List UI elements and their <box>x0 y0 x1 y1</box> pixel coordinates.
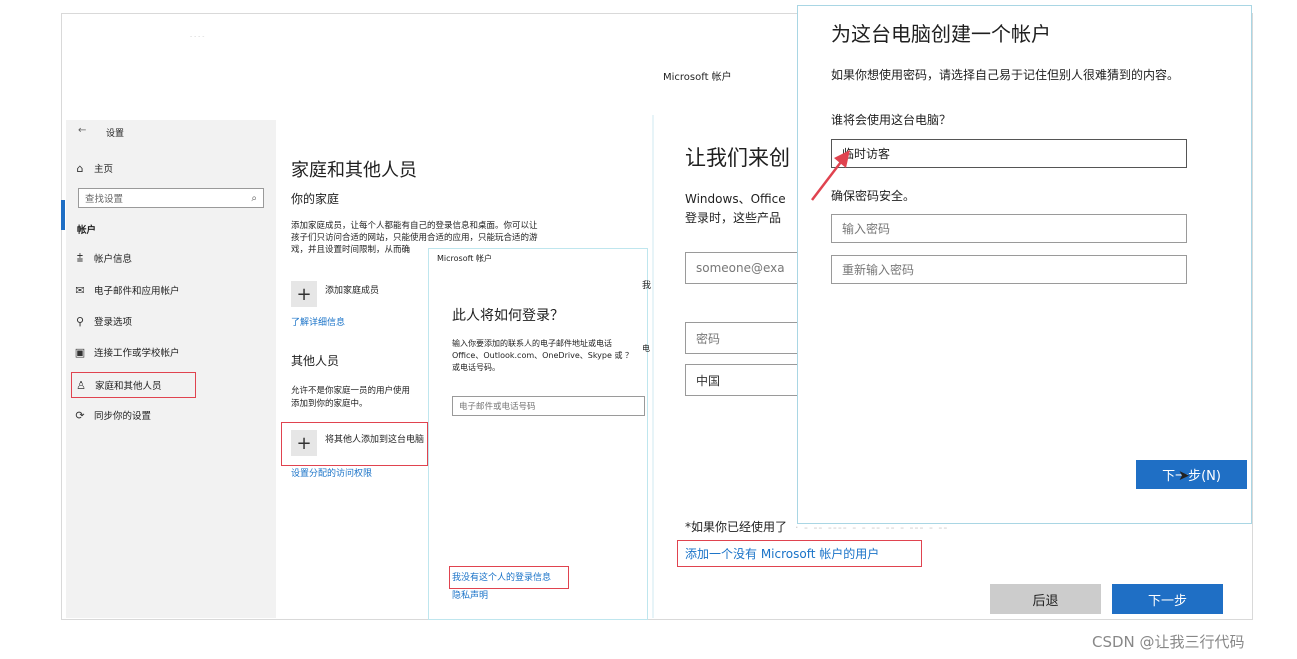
create-dialog-header: Microsoft 帐户 <box>663 72 732 83</box>
local-next-button[interactable]: 下一步(N) <box>1136 460 1247 489</box>
add-other-content: + 将其他人添加到这台电脑 <box>291 430 424 456</box>
local-dialog-desc: 如果你想使用密码，请选择自己易于记住但别人很难猜到的内容。 <box>831 68 1180 82</box>
account-info-icon: ⩲ <box>76 251 84 264</box>
no-signin-info-label: 我没有这个人的登录信息 <box>452 573 552 583</box>
email-phone-placeholder: 电子邮件或电话号码 <box>459 402 536 412</box>
desc-line: 或电话号码。 <box>452 363 500 372</box>
mail-icon: ✉ <box>75 283 85 297</box>
window-title: 设置 <box>106 129 125 139</box>
nav-signin-options[interactable]: ⚲ 登录选项 <box>74 309 132 333</box>
nav-home-label: 主页 <box>94 164 114 175</box>
nav-home[interactable]: ⌂ 主页 <box>74 156 114 180</box>
section-heading: 帐户 <box>77 225 97 236</box>
nav-label: 连接工作或学校帐户 <box>94 348 180 359</box>
search-input[interactable]: 查找设置 ⌕ <box>78 188 264 208</box>
ms-email-input[interactable]: someone@exa <box>685 252 805 284</box>
person-icon: ♙ <box>76 378 86 392</box>
learn-more-link[interactable]: 了解详细信息 <box>291 315 345 328</box>
annotation-arrow <box>811 150 850 201</box>
username-input[interactable]: 临时访客 <box>831 139 1187 168</box>
nav-account-info[interactable]: ⩲ 帐户信息 <box>74 246 132 270</box>
country-select[interactable]: 中国 <box>685 364 805 396</box>
page-title: 家庭和其他人员 <box>291 160 417 181</box>
others-heading: 其他人员 <box>291 354 340 368</box>
others-description: 允许不是你家庭一员的用户使用 添加到你的家庭中。 <box>291 385 410 411</box>
add-family-label: 添加家庭成员 <box>325 285 380 296</box>
nav-sync[interactable]: ⟳ 同步你的设置 <box>74 403 151 427</box>
desc-line: 允许不是你家庭一员的用户使用 <box>291 386 411 396</box>
desc-line: 添加到你的家庭中。 <box>291 399 368 409</box>
signin-dialog-title: 此人将如何登录？ <box>452 308 564 324</box>
repeat-password-input[interactable]: 重新输入密码 <box>831 255 1187 284</box>
back-button-label: 后退 <box>1032 593 1059 609</box>
create-dialog-footnote: *如果你已经使用了 <box>685 520 788 534</box>
desc-line: 孩子们只访问合适的网站，只能使用合适的应用，只能玩合适的游 <box>291 233 538 243</box>
nav-label: 家庭和其他人员 <box>95 381 162 392</box>
home-icon: ⌂ <box>76 161 84 175</box>
blurred-marks: ‐ ‐ ‐ ‐ <box>190 33 205 40</box>
local-dialog-title: 为这台电脑创建一个帐户 <box>831 22 1051 46</box>
search-icon: ⌕ <box>251 192 257 204</box>
desc-line: 输入你要添加的联系人的电子邮件地址或电话 <box>452 339 612 348</box>
watermark: CSDN @让我三行代码 <box>1092 633 1245 651</box>
back-arrow-icon[interactable]: ← <box>78 125 86 136</box>
no-ms-account-label: 添加一个没有 Microsoft 帐户的用户 <box>685 547 880 561</box>
side-char: 我 <box>642 281 652 291</box>
add-family-button[interactable]: + 添加家庭成员 <box>291 281 379 307</box>
left-edge-accent <box>61 200 65 230</box>
add-other-label: 将其他人添加到这台电脑 <box>325 434 425 445</box>
key-icon: ⚲ <box>75 314 85 328</box>
local-next-label: 下一步(N) <box>1162 469 1221 484</box>
nav-label: 同步你的设置 <box>94 411 152 422</box>
ms-password-input[interactable]: 密码 <box>685 322 805 354</box>
assigned-access-link[interactable]: 设置分配的访问权限 <box>291 466 372 479</box>
search-placeholder: 查找设置 <box>85 194 124 205</box>
ms-password-placeholder: 密码 <box>696 331 721 346</box>
create-dialog-title: 让我们来创 <box>685 146 790 170</box>
nav-label: 电子邮件和应用帐户 <box>94 286 180 297</box>
signin-dialog-header: Microsoft 帐户 <box>437 254 492 263</box>
briefcase-icon: ▣ <box>74 345 86 359</box>
plus-icon: + <box>291 281 317 307</box>
email-phone-input[interactable]: 电子邮件或电话号码 <box>452 396 645 416</box>
nav-email-accounts[interactable]: ✉ 电子邮件和应用帐户 <box>74 278 180 302</box>
password-placeholder: 输入密码 <box>842 222 891 236</box>
password-input[interactable]: 输入密码 <box>831 214 1187 243</box>
next-button-label: 下一步 <box>1147 593 1187 609</box>
family-heading: 你的家庭 <box>291 192 340 206</box>
nav-label: 帐户信息 <box>94 254 133 265</box>
nav-family-others[interactable]: ♙ 家庭和其他人员 <box>71 372 196 398</box>
back-button[interactable]: 后退 <box>990 584 1101 614</box>
repeat-password-placeholder: 重新输入密码 <box>842 263 915 277</box>
desc-line: 添加家庭成员，让每个人都能有自己的登录信息和桌面。你可以让 <box>291 221 538 231</box>
who-label: 谁将会使用这台电脑？ <box>831 113 952 127</box>
side-char: 电 <box>642 344 650 353</box>
ms-email-placeholder: someone@exa <box>696 261 785 275</box>
signin-dialog <box>428 248 648 620</box>
privacy-link[interactable]: 隐私声明 <box>452 588 488 601</box>
create-dialog-desc: Windows、Office 登录时，这些产品 <box>685 190 786 228</box>
create-dialog-divider <box>652 115 654 618</box>
next-button[interactable]: 下一步 <box>1112 584 1223 614</box>
nav-label: 登录选项 <box>94 317 133 328</box>
plus-icon: + <box>291 430 317 456</box>
desc-line: 登录时，这些产品 <box>685 211 782 225</box>
desc-line: Windows、Office <box>685 192 786 206</box>
signin-dialog-desc: 输入你要添加的联系人的电子邮件地址或电话 Office、Outlook.com、… <box>452 338 646 374</box>
mouse-cursor-icon: ➤ <box>1178 468 1190 484</box>
nav-work-school[interactable]: ▣ 连接工作或学校帐户 <box>74 340 180 364</box>
country-value: 中国 <box>696 373 721 388</box>
sync-icon: ⟳ <box>75 408 85 422</box>
desc-line: Office、Outlook.com、OneDrive、Skype 或 ？ <box>452 351 633 360</box>
